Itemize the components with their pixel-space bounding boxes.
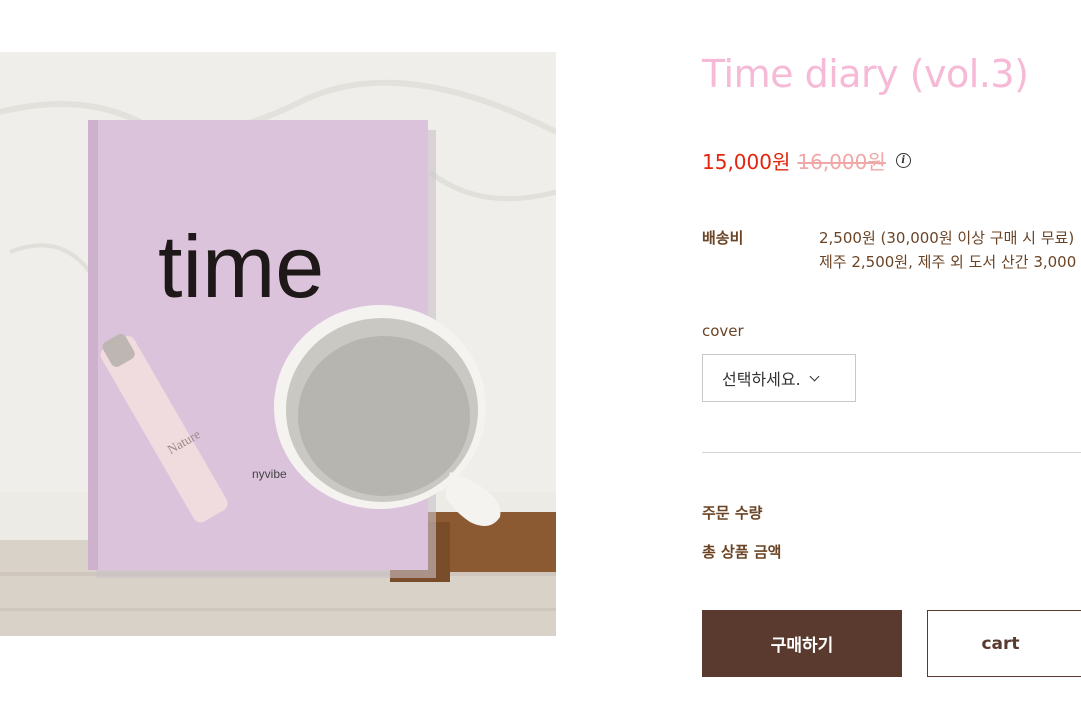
divider — [702, 452, 1081, 453]
price-row: 15,000원 16,000원 i — [702, 147, 911, 174]
cover-select[interactable]: 선택하세요. — [702, 354, 856, 402]
cart-button-label: cart — [981, 633, 1020, 654]
product-image[interactable]: time nyvibe Nature — [0, 52, 556, 636]
sale-price: 15,000원 — [702, 149, 791, 174]
shipping-extra-line: 제주 2,500원, 제주 외 도서 산간 3,000 — [819, 253, 1077, 271]
original-price: 16,000원 — [797, 149, 886, 174]
quantity-label: 주문 수량 — [702, 504, 763, 522]
buy-button[interactable]: 구매하기 — [702, 610, 902, 677]
total-price-label: 총 상품 금액 — [702, 543, 782, 561]
shipping-label: 배송비 — [702, 229, 744, 247]
cover-word: time — [158, 217, 324, 316]
chevron-down-icon — [809, 371, 820, 381]
cover-small-text: nyvibe — [252, 467, 287, 481]
info-icon[interactable]: i — [895, 152, 911, 168]
shipping-fee-line: 2,500원 (30,000원 이상 구매 시 무료) — [819, 229, 1075, 247]
select-value: 선택하세요. — [722, 370, 801, 389]
product-title: Time diary (vol.3) — [702, 52, 1029, 96]
product-photo: time nyvibe Nature — [0, 52, 556, 636]
cart-button[interactable]: cart — [927, 610, 1081, 677]
option-label: cover — [702, 322, 744, 340]
